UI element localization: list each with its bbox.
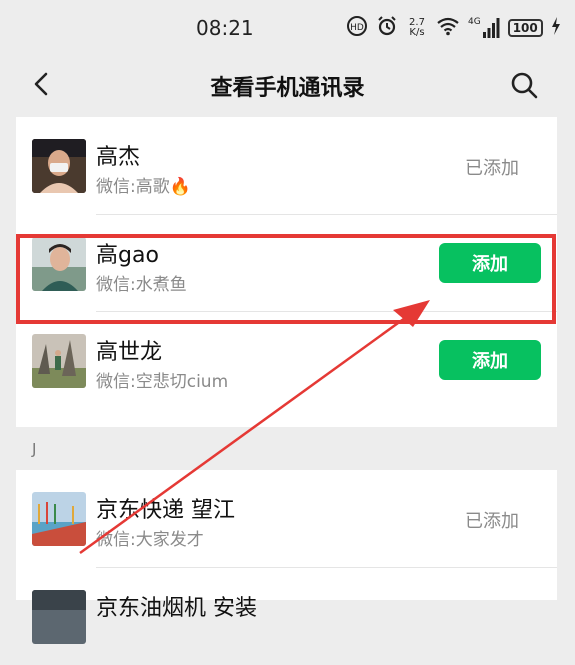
signal-label: 4G (468, 17, 481, 27)
contact-name: 高gao (96, 243, 159, 268)
contact-row[interactable]: 京东油烟机 安装 (16, 568, 557, 665)
contact-wechat-id: 微信:高歌🔥 (96, 177, 191, 197)
contact-avatar (32, 492, 86, 546)
alarm-icon (376, 15, 398, 41)
section-letter: J (32, 440, 37, 458)
contact-name: 高世龙 (96, 340, 163, 365)
contact-avatar (32, 590, 86, 644)
status-time: 08:21 (196, 16, 254, 40)
wifi-icon (436, 16, 460, 40)
net-speed-unit: K/s (409, 27, 425, 38)
contact-avatar (32, 139, 86, 193)
section-header: J (0, 426, 575, 470)
status-bar: 08:21 HD 2.7 K/s 4G 100 (0, 0, 575, 56)
contact-wechat-id: 微信:大家发才 (96, 530, 204, 550)
contact-wechat-id: 微信:水煮鱼 (96, 275, 187, 295)
add-button[interactable]: 添加 (439, 340, 541, 380)
contact-name: 京东油烟机 安装 (96, 596, 257, 621)
contact-avatar (32, 334, 86, 388)
page-title: 查看手机通讯录 (210, 76, 365, 101)
hd-voice-icon: HD (346, 15, 368, 41)
contact-group-g: 高杰 微信:高歌🔥 已添加 高gao 微信:水煮鱼 添加 高世龙 微信:空悲切c… (16, 117, 557, 427)
contact-row[interactable]: 高杰 微信:高歌🔥 已添加 (16, 117, 557, 215)
status-icons: HD 2.7 K/s 4G 100 (346, 14, 561, 42)
contact-avatar (32, 237, 86, 291)
contact-name: 京东快递 望江 (96, 498, 235, 523)
contact-row[interactable]: 高gao 微信:水煮鱼 添加 (16, 215, 557, 312)
network-speed: 2.7 K/s (406, 18, 428, 38)
contact-row[interactable]: 京东快递 望江 微信:大家发才 已添加 (16, 470, 557, 568)
search-button[interactable] (509, 70, 539, 100)
search-icon (511, 72, 538, 99)
svg-text:HD: HD (350, 23, 364, 33)
contact-wechat-id: 微信:空悲切cium (96, 372, 229, 392)
added-status: 已添加 (465, 511, 519, 532)
added-status: 已添加 (465, 158, 519, 179)
contact-row[interactable]: 高世龙 微信:空悲切cium 添加 (16, 312, 557, 409)
contact-group-j: 京东快递 望江 微信:大家发才 已添加 京东油烟机 安装 (16, 470, 557, 644)
charging-icon (551, 17, 561, 39)
nav-bar: 查看手机通讯录 (0, 56, 575, 116)
add-button[interactable]: 添加 (439, 243, 541, 283)
signal-icon: 4G (468, 18, 500, 38)
battery-icon: 100 (507, 19, 543, 37)
contact-name: 高杰 (96, 145, 141, 170)
